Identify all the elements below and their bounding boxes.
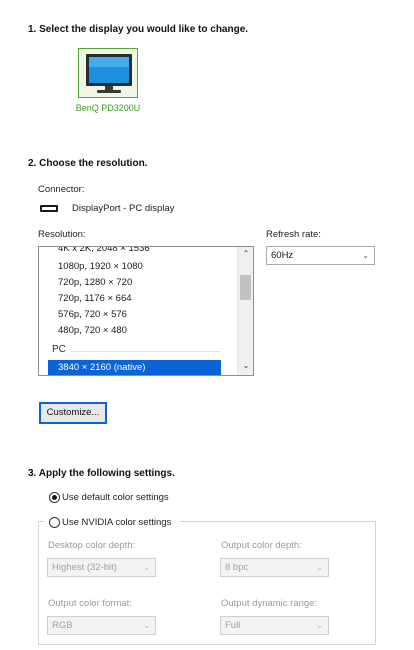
output-color-depth-label: Output color depth: — [221, 540, 302, 551]
chevron-down-icon: ⌄ — [316, 563, 323, 572]
chevron-down-icon: ⌄ — [143, 621, 150, 630]
scroll-down-icon[interactable]: ⌄ — [238, 361, 253, 370]
resolution-group-header: PC — [52, 344, 66, 355]
resolution-item[interactable]: 1080p, 1920 × 1080 — [58, 261, 143, 272]
section-2-title: 2. Choose the resolution. — [28, 158, 148, 169]
refresh-rate-dropdown[interactable]: 60Hz ⌄ — [266, 246, 375, 265]
resolution-list[interactable]: 4K x 2K, 2048 × 1536 1080p, 1920 × 1080 … — [38, 246, 254, 376]
group-divider — [71, 351, 221, 352]
resolution-scrollbar[interactable]: ⌃ ⌄ — [237, 247, 253, 375]
radio-default-color-label[interactable]: Use default color settings — [62, 492, 169, 503]
output-dynamic-range-label: Output dynamic range: — [221, 598, 318, 609]
display-name: BenQ PD3200U — [75, 103, 141, 113]
displayport-connector-icon — [40, 205, 58, 212]
resolution-label: Resolution: — [38, 229, 86, 240]
resolution-item[interactable]: 4K x 2K, 2048 × 1536 — [58, 247, 150, 254]
radio-nvidia-color[interactable] — [49, 517, 60, 528]
output-color-format-label: Output color format: — [48, 598, 132, 609]
chevron-down-icon: ⌄ — [362, 251, 369, 260]
display-tile-benq[interactable]: BenQ PD3200U — [74, 44, 142, 120]
refresh-rate-label: Refresh rate: — [266, 229, 321, 240]
chevron-down-icon: ⌄ — [316, 621, 323, 630]
resolution-item[interactable]: 576p, 720 × 576 — [58, 309, 127, 320]
scroll-up-icon[interactable]: ⌃ — [238, 249, 253, 258]
desktop-color-depth-value: Highest (32-bit) — [52, 562, 117, 573]
radio-default-color[interactable] — [49, 492, 60, 503]
refresh-rate-value: 60Hz — [271, 250, 294, 261]
resolution-item[interactable]: 480p, 720 × 480 — [58, 325, 127, 336]
output-dynamic-range-value: Full — [225, 620, 241, 631]
radio-selected-dot — [52, 495, 57, 500]
display-selection-frame — [78, 48, 138, 98]
monitor-icon — [86, 54, 132, 93]
desktop-color-depth-label: Desktop color depth: — [48, 540, 136, 551]
chevron-down-icon: ⌄ — [143, 563, 150, 572]
section-3-title: 3. Apply the following settings. — [28, 468, 175, 479]
section-1-title: 1. Select the display you would like to … — [28, 24, 249, 35]
connector-value: DisplayPort - PC display — [72, 203, 175, 214]
resolution-item[interactable]: 720p, 1176 × 664 — [58, 293, 132, 304]
customize-button[interactable]: Customize... — [39, 402, 107, 424]
output-color-format-value: RGB — [52, 620, 73, 631]
connector-label: Connector: — [38, 184, 85, 195]
scrollbar-thumb[interactable] — [240, 275, 251, 300]
radio-nvidia-color-label[interactable]: Use NVIDIA color settings — [62, 517, 171, 528]
output-color-format-dropdown[interactable]: RGB ⌄ — [47, 616, 156, 635]
desktop-color-depth-dropdown[interactable]: Highest (32-bit) ⌄ — [47, 558, 156, 577]
output-color-depth-dropdown[interactable]: 8 bpc ⌄ — [220, 558, 329, 577]
output-color-depth-value: 8 bpc — [225, 562, 249, 573]
output-dynamic-range-dropdown[interactable]: Full ⌄ — [220, 616, 329, 635]
resolution-item[interactable]: 720p, 1280 × 720 — [58, 277, 132, 288]
resolution-item-selected[interactable]: 3840 × 2160 (native) — [48, 360, 221, 375]
